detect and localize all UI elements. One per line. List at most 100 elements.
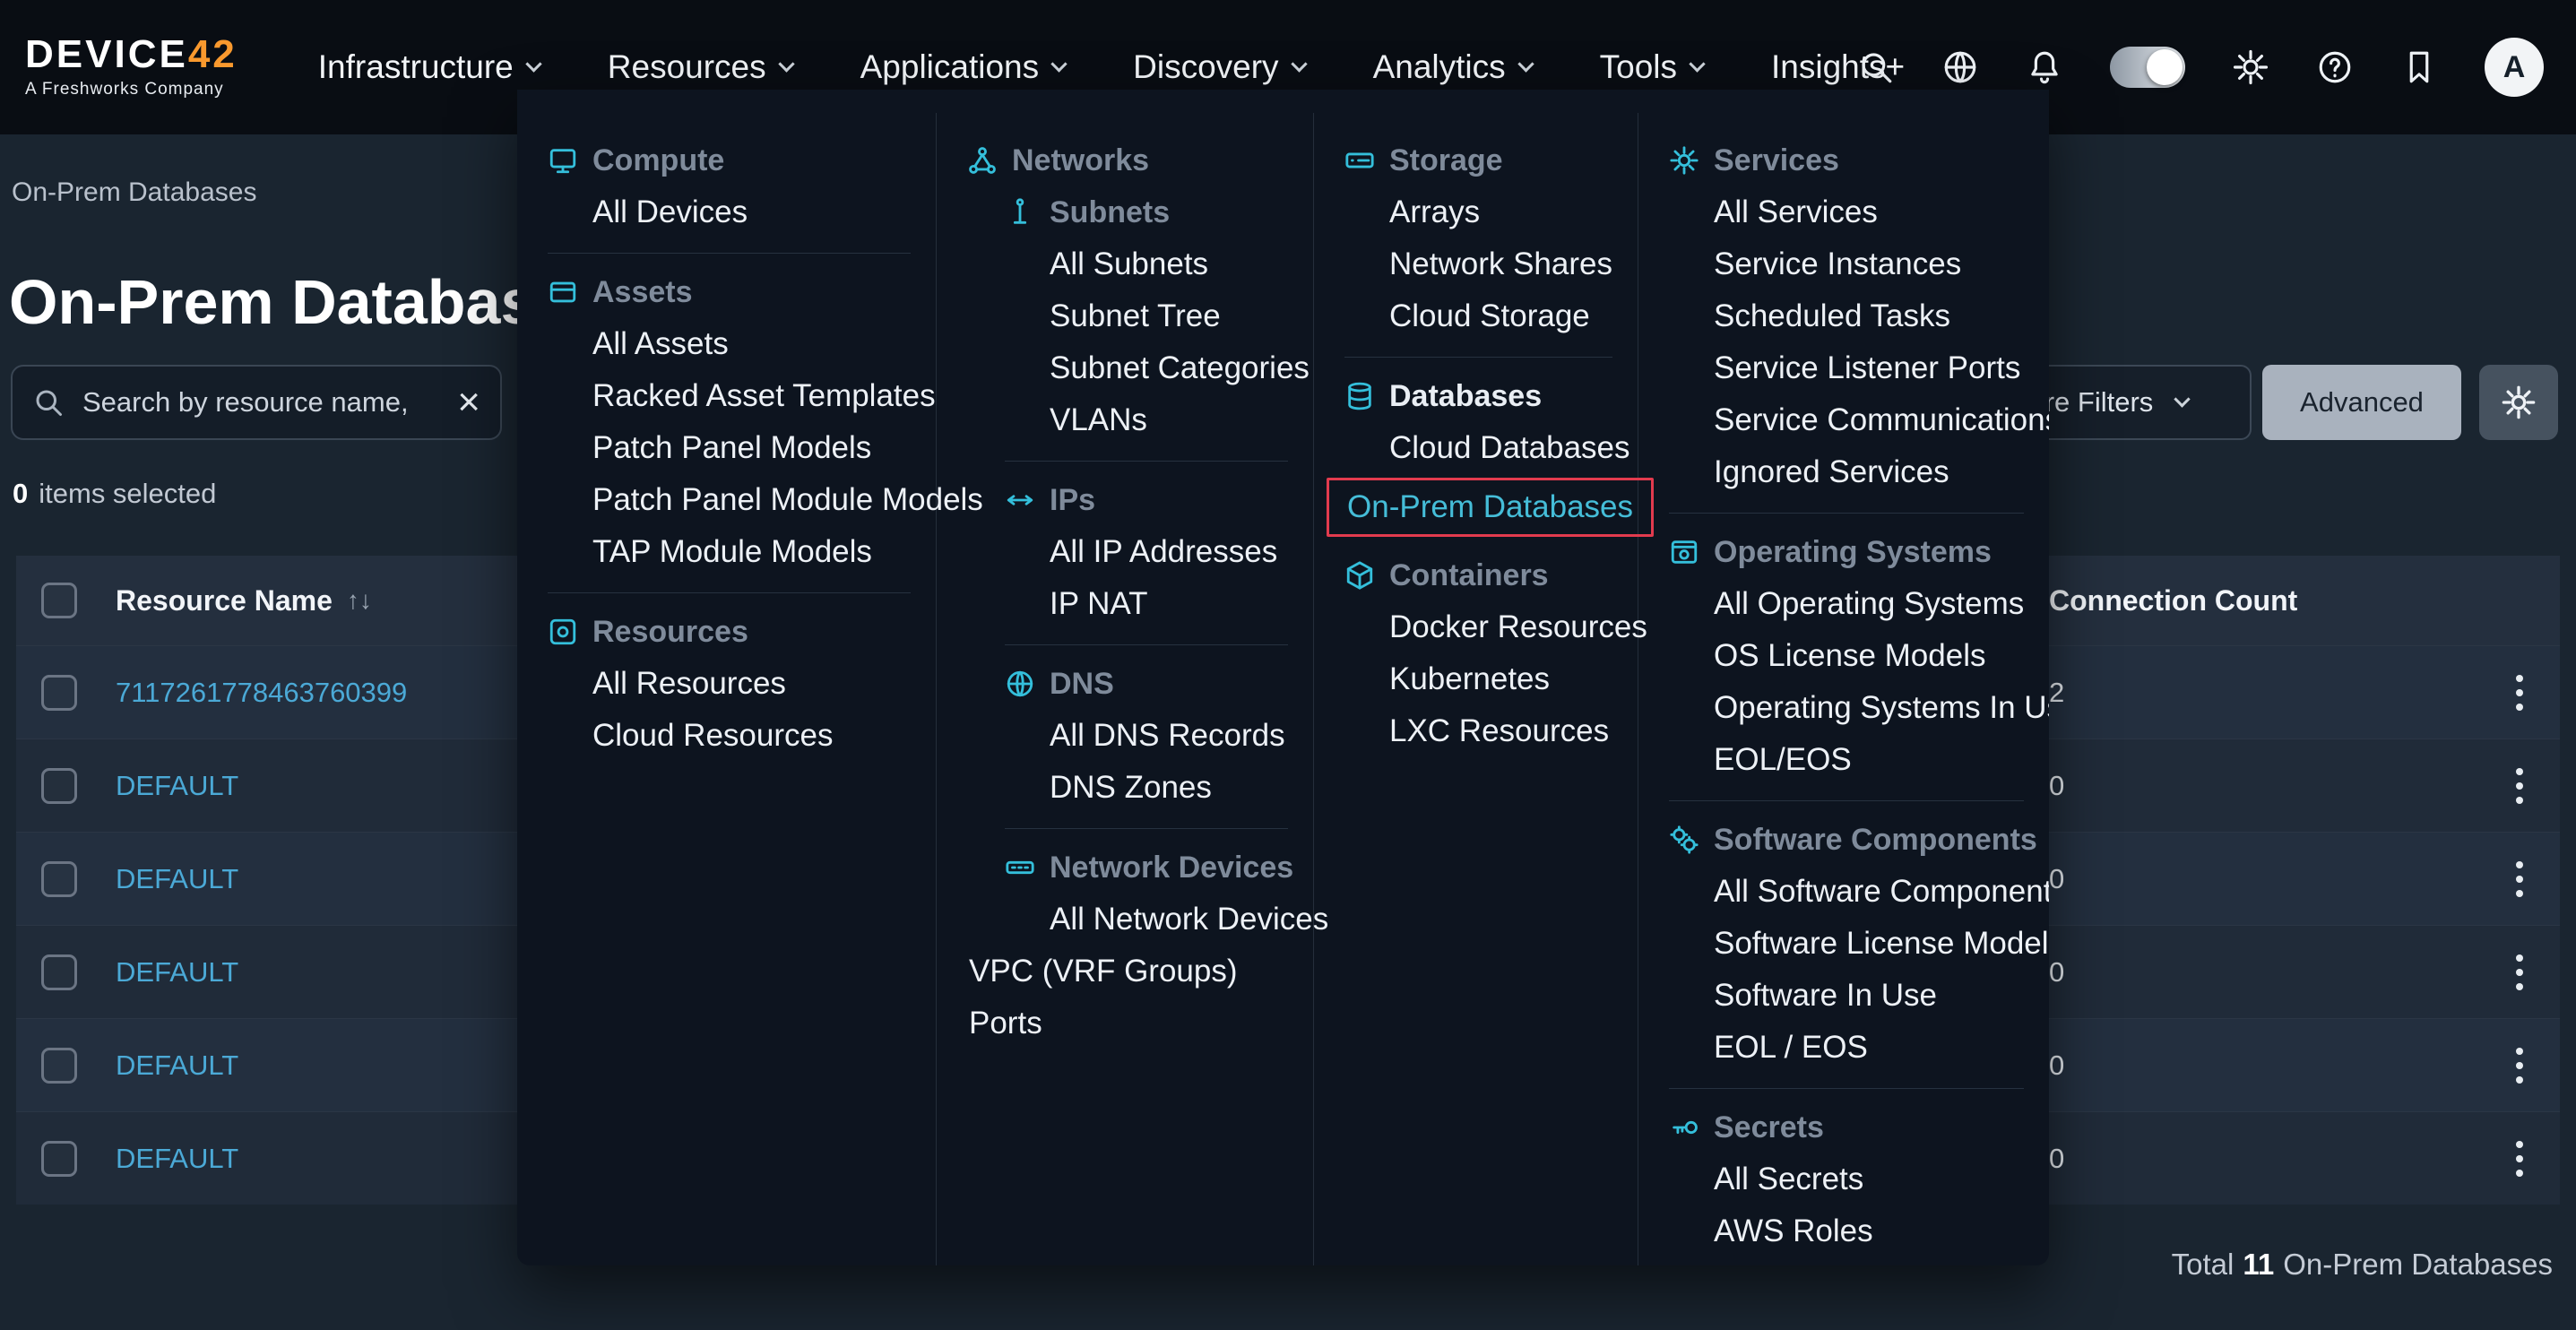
- resource-link[interactable]: DEFAULT: [116, 770, 238, 802]
- menu-item-service-listener-ports[interactable]: Service Listener Ports: [1669, 342, 2024, 394]
- menu-item-ports[interactable]: Ports: [967, 998, 1288, 1049]
- menu-item-patch-panel-module-models[interactable]: Patch Panel Module Models: [548, 474, 911, 526]
- resource-link[interactable]: DEFAULT: [116, 1049, 238, 1082]
- menu-item-all-operating-systems[interactable]: All Operating Systems: [1669, 578, 2024, 630]
- menu-section-subnets[interactable]: Subnets: [1005, 186, 1288, 238]
- nav-infrastructure[interactable]: Infrastructure: [318, 48, 540, 86]
- menu-item-operating-systems-in-use[interactable]: Operating Systems In Use: [1669, 682, 2024, 734]
- menu-item-network-shares[interactable]: Network Shares: [1344, 238, 1612, 290]
- row-actions-kebab[interactable]: [2511, 669, 2528, 716]
- menu-item-all-resources[interactable]: All Resources: [548, 658, 911, 710]
- row-actions-kebab[interactable]: [2511, 1042, 2528, 1089]
- menu-item-software-license-models[interactable]: Software License Models: [1669, 918, 2024, 970]
- device42-logo[interactable]: DEVICE42 A Freshworks Company: [25, 35, 238, 99]
- resource-link[interactable]: DEFAULT: [116, 956, 238, 989]
- menu-item-software-in-use[interactable]: Software In Use: [1669, 970, 2024, 1022]
- total-suffix: On-Prem Databases: [2283, 1248, 2553, 1282]
- menu-item-ignored-services[interactable]: Ignored Services: [1669, 446, 2024, 498]
- menu-item-all-subnets[interactable]: All Subnets: [967, 238, 1288, 290]
- menu-item-patch-panel-models[interactable]: Patch Panel Models: [548, 422, 911, 474]
- menu-section-databases[interactable]: Databases: [1344, 370, 1612, 422]
- menu-item-arrays[interactable]: Arrays: [1344, 186, 1612, 238]
- menu-item-all-software-components[interactable]: All Software Components: [1669, 866, 2024, 918]
- menu-section-resources[interactable]: Resources: [548, 606, 911, 658]
- menu-item-cloud-databases[interactable]: Cloud Databases: [1344, 422, 1612, 474]
- resource-link[interactable]: DEFAULT: [116, 863, 238, 895]
- menu-item-racked-asset-templates[interactable]: Racked Asset Templates: [548, 370, 911, 422]
- menu-section-dns[interactable]: DNS: [1005, 658, 1288, 710]
- menu-item-docker-resources[interactable]: Docker Resources: [1344, 601, 1612, 653]
- clear-search-icon[interactable]: ×: [457, 383, 480, 422]
- gear-icon[interactable]: [2232, 48, 2269, 86]
- user-avatar[interactable]: A: [2485, 38, 2544, 97]
- row-checkbox[interactable]: [41, 675, 77, 711]
- menu-section-assets[interactable]: Assets: [548, 266, 911, 318]
- menu-item-scheduled-tasks[interactable]: Scheduled Tasks: [1669, 290, 2024, 342]
- menu-item-subnet-categories[interactable]: Subnet Categories: [967, 342, 1288, 394]
- menu-section-storage[interactable]: Storage: [1344, 134, 1612, 186]
- menu-item-cloud-resources[interactable]: Cloud Resources: [548, 710, 911, 762]
- advanced-button[interactable]: Advanced: [2262, 365, 2461, 440]
- menu-item-on-prem-databases[interactable]: On-Prem Databases: [1327, 478, 1654, 537]
- menu-item-eol-eos[interactable]: EOL / EOS: [1669, 1022, 2024, 1074]
- menu-section-networks[interactable]: Networks: [967, 134, 1288, 186]
- menu-item-cloud-storage[interactable]: Cloud Storage: [1344, 290, 1612, 342]
- help-icon[interactable]: [2316, 48, 2354, 86]
- row-checkbox[interactable]: [41, 954, 77, 990]
- menu-section-compute[interactable]: Compute: [548, 134, 911, 186]
- connection-count-header[interactable]: Connection Count: [2049, 584, 2479, 618]
- globe-icon[interactable]: [1941, 48, 1979, 86]
- bookmark-icon[interactable]: [2400, 48, 2438, 86]
- nav-discovery[interactable]: Discovery: [1133, 48, 1304, 86]
- menu-item-all-secrets[interactable]: All Secrets: [1669, 1153, 2024, 1205]
- menu-item-service-communications[interactable]: Service Communications: [1669, 394, 2024, 446]
- menu-item-all-ip-addresses[interactable]: All IP Addresses: [967, 526, 1288, 578]
- resource-link[interactable]: DEFAULT: [116, 1143, 238, 1175]
- menu-item-all-dns-records[interactable]: All DNS Records: [967, 710, 1288, 762]
- menu-item-lxc-resources[interactable]: LXC Resources: [1344, 705, 1612, 757]
- menu-section-software-components[interactable]: Software Components: [1669, 814, 2024, 866]
- toggle-knob: [2147, 49, 2183, 85]
- row-actions-kebab[interactable]: [2511, 856, 2528, 902]
- nav-applications[interactable]: Applications: [860, 48, 1066, 86]
- search-icon[interactable]: [1857, 48, 1895, 86]
- theme-toggle[interactable]: [2110, 47, 2185, 88]
- resource-link[interactable]: 7117261778463760399: [116, 677, 407, 709]
- menu-item-service-instances[interactable]: Service Instances: [1669, 238, 2024, 290]
- bell-icon[interactable]: [2026, 48, 2063, 86]
- menu-item-os-license-models[interactable]: OS License Models: [1669, 630, 2024, 682]
- menu-item-all-network-devices[interactable]: All Network Devices: [967, 894, 1288, 946]
- menu-section-operating-systems[interactable]: Operating Systems: [1669, 526, 2024, 578]
- menu-section-secrets[interactable]: Secrets: [1669, 1101, 2024, 1153]
- menu-item-kubernetes[interactable]: Kubernetes: [1344, 653, 1612, 705]
- menu-item-all-devices[interactable]: All Devices: [548, 186, 911, 238]
- row-actions-kebab[interactable]: [2511, 949, 2528, 996]
- search-input[interactable]: [81, 385, 441, 419]
- menu-section-services[interactable]: Services: [1669, 134, 2024, 186]
- menu-item-subnet-tree[interactable]: Subnet Tree: [967, 290, 1288, 342]
- row-checkbox[interactable]: [41, 1141, 77, 1177]
- menu-item-dns-zones[interactable]: DNS Zones: [967, 762, 1288, 814]
- select-all-checkbox[interactable]: [41, 583, 77, 618]
- menu-section-network-devices[interactable]: Network Devices: [1005, 842, 1288, 894]
- nav-analytics[interactable]: Analytics: [1373, 48, 1532, 86]
- menu-item-vlans[interactable]: VLANs: [967, 394, 1288, 446]
- menu-section-ips[interactable]: IPs: [1005, 474, 1288, 526]
- row-checkbox[interactable]: [41, 1048, 77, 1084]
- sort-icon[interactable]: ↑↓: [347, 586, 372, 615]
- menu-item-tap-module-models[interactable]: TAP Module Models: [548, 526, 911, 578]
- menu-item-all-assets[interactable]: All Assets: [548, 318, 911, 370]
- menu-item-all-services[interactable]: All Services: [1669, 186, 2024, 238]
- menu-item-aws-roles[interactable]: AWS Roles: [1669, 1205, 2024, 1257]
- nav-resources[interactable]: Resources: [608, 48, 792, 86]
- menu-item-ip-nat[interactable]: IP NAT: [967, 578, 1288, 630]
- row-actions-kebab[interactable]: [2511, 1136, 2528, 1182]
- menu-item-vpc-vrf-groups[interactable]: VPC (VRF Groups): [967, 946, 1288, 998]
- table-settings-button[interactable]: [2479, 365, 2558, 440]
- menu-item-eol-eos[interactable]: EOL/EOS: [1669, 734, 2024, 786]
- menu-section-containers[interactable]: Containers: [1344, 549, 1612, 601]
- nav-tools[interactable]: Tools: [1600, 48, 1703, 86]
- row-checkbox[interactable]: [41, 861, 77, 897]
- row-actions-kebab[interactable]: [2511, 763, 2528, 809]
- row-checkbox[interactable]: [41, 768, 77, 804]
